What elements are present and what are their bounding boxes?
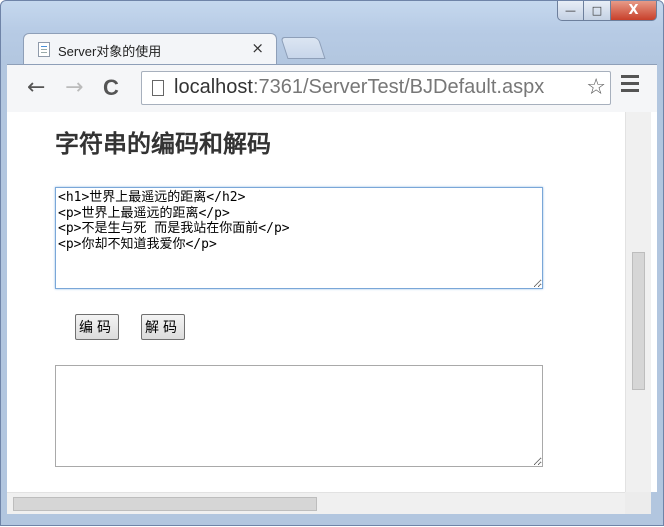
scroll-corner: [625, 492, 651, 514]
horizontal-scrollbar[interactable]: [7, 492, 625, 514]
encode-button[interactable]: 编码: [75, 314, 119, 340]
input-textarea[interactable]: <h1>世界上最遥远的距离</h2> <p>世界上最遥远的距离</p> <p>不…: [55, 187, 543, 289]
browser-toolbar: ← → C localhost:7361/ServerTest/BJDefaul…: [7, 64, 657, 112]
tab-title: Server对象的使用: [58, 44, 162, 59]
window-close-button[interactable]: X: [611, 1, 657, 21]
decode-button[interactable]: 解码: [141, 314, 185, 340]
vertical-scrollbar[interactable]: [625, 112, 651, 492]
browser-window: Server对象的使用 × — □ X ← → C localhost:7361…: [0, 0, 664, 526]
tab-active[interactable]: Server对象的使用 ×: [23, 33, 277, 65]
close-icon[interactable]: ×: [251, 39, 264, 57]
vertical-scroll-thumb[interactable]: [632, 252, 645, 390]
page-title: 字符串的编码和解码: [55, 129, 271, 158]
url-host: localhost: [174, 76, 253, 98]
reload-icon[interactable]: C: [103, 75, 119, 101]
window-bottom-frame: [1, 514, 664, 527]
window-controls: — □ X: [557, 1, 657, 23]
horizontal-scroll-thumb[interactable]: [13, 497, 317, 511]
star-icon[interactable]: ☆: [584, 75, 606, 100]
url-text: localhost:7361/ServerTest/BJDefault.aspx: [174, 76, 544, 99]
minimize-button[interactable]: —: [557, 1, 584, 21]
url-path: :7361/ServerTest/BJDefault.aspx: [252, 76, 545, 98]
new-tab-button[interactable]: [280, 37, 326, 59]
forward-icon[interactable]: →: [65, 75, 83, 101]
address-bar[interactable]: localhost:7361/ServerTest/BJDefault.aspx…: [141, 71, 611, 105]
tab-strip: Server对象的使用 × — □ X: [1, 1, 664, 65]
page-icon: [38, 42, 50, 57]
output-textarea[interactable]: [55, 365, 543, 467]
page-viewport: 字符串的编码和解码 <h1>世界上最遥远的距离</h2> <p>世界上最遥远的距…: [7, 112, 657, 492]
page-icon: [152, 80, 164, 96]
maximize-button[interactable]: □: [584, 1, 611, 21]
back-icon[interactable]: ←: [27, 75, 45, 101]
menu-icon[interactable]: [621, 75, 639, 96]
